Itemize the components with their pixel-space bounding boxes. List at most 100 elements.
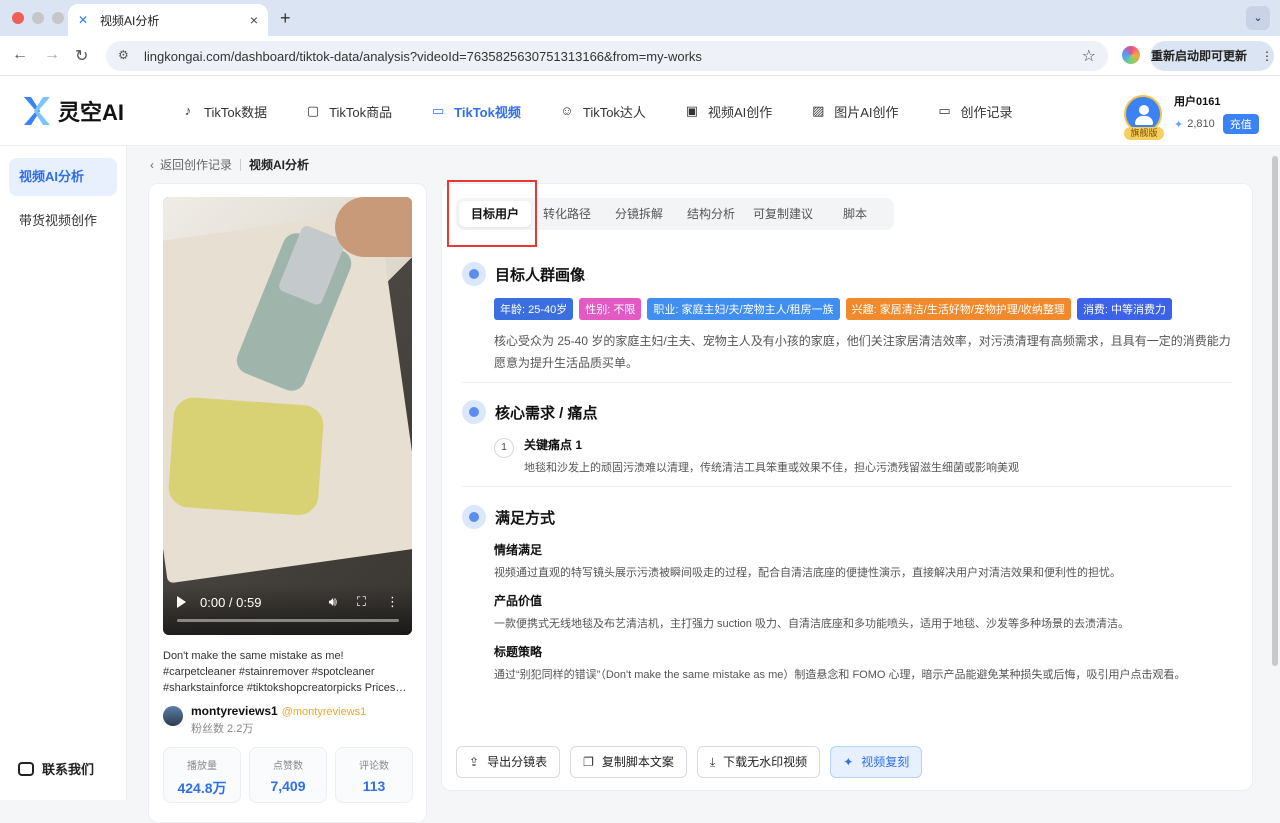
nav-tiktok-products[interactable]: ▢ TikTok商品 [305, 102, 392, 121]
sidebar-item-sales-video[interactable]: 带货视频创作 [9, 202, 117, 240]
pain-title: 关键痛点 1 [524, 438, 583, 452]
breadcrumb-current: 视频AI分析 [249, 158, 310, 172]
scrollbar[interactable] [1272, 156, 1278, 666]
reload-icon[interactable]: ↻ [75, 46, 88, 66]
stat-likes: 点赞数 7,409 [249, 747, 327, 803]
satisfy-section: 满足方式 情绪满足 视频通过直观的特写镜头展示污渍被瞬间吸走的过程，配合自清洁底… [462, 505, 1232, 682]
video-time: 0:00 / 0:59 [200, 594, 262, 610]
nav-tiktok-videos[interactable]: ▭ TikTok视频 [430, 102, 521, 121]
user-profile[interactable]: 旗舰版 用户0161 ✦ 2,810 充值 [1124, 93, 1259, 140]
nav-creation-records[interactable]: ▭ 创作记录 [937, 102, 1012, 121]
satisfy-item-desc: 一款便携式无线地毯及布艺清洁机，主打强力 suction 吸力、自清洁底座和多功… [494, 618, 1129, 630]
minimize-window-button[interactable] [32, 12, 44, 24]
profile-extension-icon[interactable] [1122, 46, 1140, 64]
breadcrumb-back-link[interactable]: 返回创作记录 [160, 156, 232, 173]
needs-title: 核心需求 / 痛点 [495, 404, 598, 422]
video-controls: 0:00 / 0:59 🔊︎ ⛶ ⋮ [163, 585, 412, 635]
satisfy-item-desc: 视频通过直观的特写镜头展示污渍被瞬间吸走的过程，配合自清洁底座的便捷性演示，直接… [494, 567, 1121, 579]
nav-tiktok-creators[interactable]: ☺ TikTok达人 [559, 102, 646, 121]
video-player[interactable]: 0:00 / 0:59 🔊︎ ⛶ ⋮ [163, 197, 412, 635]
avatar[interactable]: 旗舰版 [1124, 94, 1164, 140]
bookmark-star-icon[interactable]: ☆ [1082, 46, 1096, 66]
volume-icon[interactable]: 🔊︎ [329, 594, 337, 610]
tab-conversion-path[interactable]: 转化路径 [531, 201, 603, 227]
tab-title: 视频AI分析 [100, 13, 160, 28]
app-header: 灵空AI ♪ TikTok数据 ▢ TikTok商品 ▭ TikTok视频 ☺ TikT… [0, 76, 1280, 146]
follower-count: 粉丝数 2.2万 [191, 723, 254, 735]
target-icon [462, 400, 486, 424]
nav-video-ai[interactable]: ▣ 视频AI创作 [684, 102, 772, 121]
breadcrumb: ‹ 返回创作记录 视频AI分析 [150, 156, 309, 173]
logo[interactable]: 灵空AI [22, 95, 124, 127]
sidebar: 视频AI分析 带货视频创作 联系我们 [0, 146, 127, 800]
chat-icon [18, 761, 34, 776]
shopping-bag-icon: ▢ [306, 103, 320, 118]
back-arrow-icon[interactable]: ← [12, 46, 28, 64]
video-description: Don't make the same mistake as me! #carp… [163, 650, 396, 694]
chevron-left-icon[interactable]: ‹ [150, 158, 154, 172]
recharge-button[interactable]: 充值 [1222, 114, 1259, 134]
tab-target-users[interactable]: 目标用户 [459, 201, 531, 227]
nav-tiktok-data[interactable]: ♪ TikTok数据 [180, 102, 267, 121]
stat-comments: 评论数 113 [335, 747, 413, 803]
stat-views: 播放量 424.8万 [163, 747, 241, 803]
more-vertical-icon[interactable]: ⋮ [386, 594, 399, 610]
nav-image-ai[interactable]: ▨ 图片AI创作 [810, 102, 898, 121]
author-avatar[interactable] [163, 706, 183, 726]
persona-tag: 性别: 不限 [579, 298, 642, 320]
export-storyboard-button[interactable]: ⇪ 导出分镜表 [456, 746, 561, 778]
tab-search-button[interactable]: ⌄ [1246, 6, 1270, 30]
copy-script-button[interactable]: ❐ 复制脚本文案 [570, 746, 687, 778]
tab-storyboard[interactable]: 分镜拆解 [603, 201, 675, 227]
action-bar: ⇪ 导出分镜表 ❐ 复制脚本文案 ⤓ 下载无水印视频 ✦ 视频复刻 [456, 746, 923, 778]
fullscreen-icon[interactable]: ⛶ [357, 594, 366, 610]
satisfy-item-title: 标题策略 [494, 645, 543, 659]
persona-tags: 年龄: 25-40岁 性别: 不限 职业: 家庭主妇/夫/宠物主人/租房一族 兴趣: … [494, 298, 1232, 320]
contact-us-button[interactable]: 联系我们 [18, 759, 94, 778]
image-icon: ▨ [812, 103, 825, 118]
author-handle[interactable]: @montyreviews1 [282, 706, 367, 718]
maximize-window-button[interactable] [52, 12, 64, 24]
sidebar-item-video-ai-analysis[interactable]: 视频AI分析 [9, 158, 117, 196]
video-create-icon: ▣ [685, 103, 699, 118]
pain-number: 1 [494, 438, 514, 458]
vip-badge: 旗舰版 [1124, 126, 1164, 140]
more-menu-icon[interactable]: ⋮ [1261, 49, 1273, 63]
download-icon: ⤓ [709, 755, 716, 769]
logo-text: 灵空AI [58, 100, 125, 125]
forward-arrow-icon[interactable]: → [44, 46, 60, 64]
main-nav: ♪ TikTok数据 ▢ TikTok商品 ▭ TikTok视频 ☺ TikTok达人 … [180, 76, 1051, 146]
play-icon[interactable] [177, 596, 186, 608]
copy-icon: ❐ [583, 755, 594, 769]
satisfy-item-desc: 通过“别犯同样的错误”（Don't make the same mistake … [494, 669, 1186, 681]
pain-desc: 地毯和沙发上的顽固污渍难以清理，传统清洁工具笨重或效果不佳，担心污渍残留滋生细菌… [524, 462, 1019, 474]
favicon-icon: ✕ [78, 13, 89, 27]
user-name: 用户0161 [1174, 96, 1221, 108]
video-progress-bar[interactable] [177, 619, 399, 622]
update-button[interactable]: 重新启动即可更新 ⋮ [1150, 41, 1274, 71]
satisfy-item-title: 情绪满足 [494, 543, 543, 557]
site-info-icon[interactable]: ⚙ [118, 48, 134, 64]
replicate-video-button[interactable]: ✦ 视频复刻 [830, 746, 923, 778]
address-bar[interactable]: ⚙ lingkongai.com/dashboard/tiktok-data/a… [106, 41, 1108, 71]
check-circle-icon [462, 505, 486, 529]
needs-section: 核心需求 / 痛点 1 关键痛点 1 地毯和沙发上的顽固污渍难以清理，传统清洁工… [462, 400, 1232, 475]
author-name[interactable]: montyreviews1 [191, 704, 278, 718]
tab-suggestions[interactable]: 可复制建议 [747, 201, 819, 227]
satisfy-item-title: 产品价值 [494, 594, 543, 608]
persona-text: 核心受众为 25-40 岁的家庭主妇/主夫、宠物主人及有小孩的家庭，他们关注家居… [494, 334, 1231, 370]
video-panel: 0:00 / 0:59 🔊︎ ⛶ ⋮ Don't make the same m… [148, 183, 427, 823]
tab-script[interactable]: 脚本 [819, 201, 891, 227]
upload-icon: ⇪ [469, 755, 480, 769]
new-tab-button[interactable]: + [280, 8, 291, 29]
video-stats: 播放量 424.8万 点赞数 7,409 评论数 113 [163, 747, 413, 803]
tab-structure[interactable]: 结构分析 [675, 201, 747, 227]
tab-close-icon[interactable]: × [250, 12, 258, 28]
url-text: lingkongai.com/dashboard/tiktok-data/ana… [144, 48, 702, 64]
close-window-button[interactable] [12, 12, 24, 24]
satisfy-title: 满足方式 [495, 509, 556, 527]
download-video-button[interactable]: ⤓ 下载无水印视频 [696, 746, 821, 778]
browser-tab[interactable]: ✕ 视频AI分析 × [68, 4, 268, 36]
analysis-panel: 目标用户 转化路径 分镜拆解 结构分析 可复制建议 脚本 目标人群画像 年龄: … [441, 183, 1253, 791]
video-camera-icon: ▭ [432, 103, 445, 118]
